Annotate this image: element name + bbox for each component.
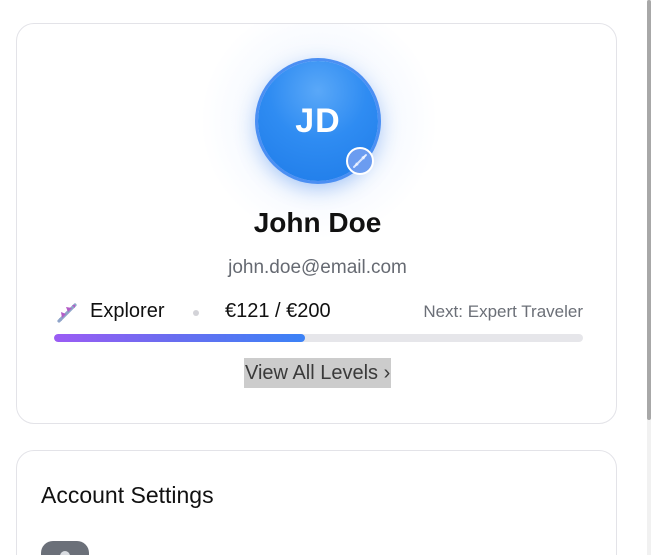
user-email: john.doe@email.com [228,257,407,278]
airplane-icon [55,301,79,325]
user-icon[interactable] [41,541,89,555]
avatar-initials: JD [295,101,341,140]
profile-page: JD John Doe john.doe@email.com Explorer … [0,0,651,555]
airplane-icon [346,147,374,175]
level-row: Explorer €121 / €200 Next: Expert Travel… [55,298,583,328]
scrollbar-thumb[interactable] [647,0,651,420]
level-amount: €121 / €200 [225,300,331,322]
user-name: John Doe [253,207,382,238]
level-progress-bar [54,334,583,342]
view-all-levels-link[interactable]: View All Levels › [244,358,392,388]
account-settings-title: Account Settings [41,482,214,508]
level-progress-fill [54,334,305,342]
profile-card: JD John Doe john.doe@email.com Explorer … [16,23,617,424]
separator-dot [193,310,199,316]
scrollbar[interactable] [647,0,651,555]
next-level-label: Next: Expert Traveler [423,302,583,321]
level-name: Explorer [90,300,165,322]
account-settings-card: Account Settings [16,450,617,555]
